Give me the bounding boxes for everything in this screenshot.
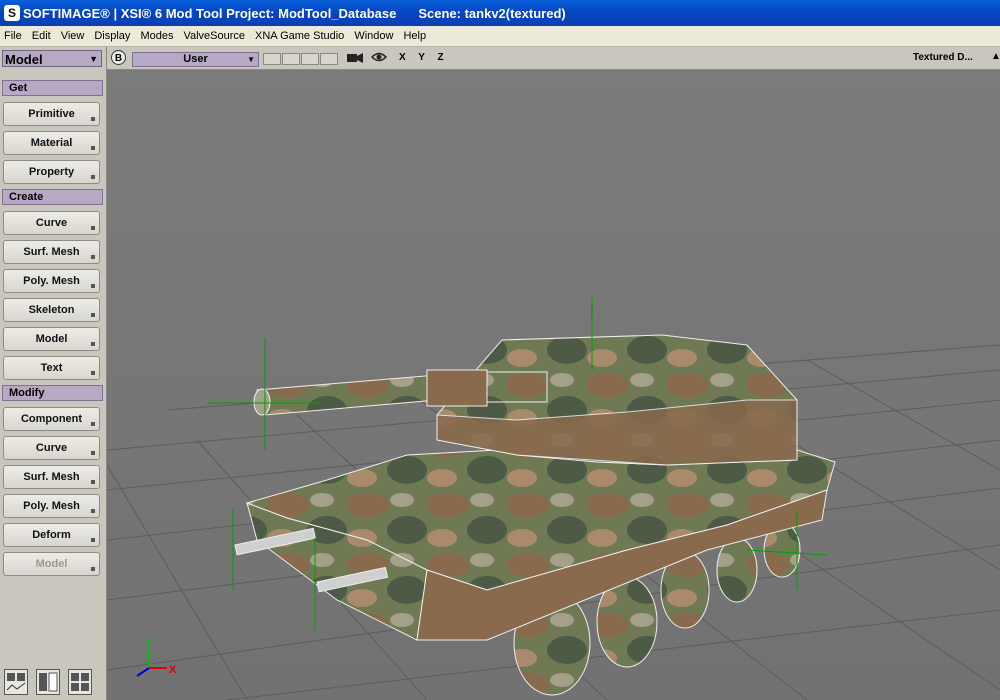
eye-icon[interactable] xyxy=(370,51,388,66)
section-header-create: Create xyxy=(2,189,103,205)
modify-poly-mesh-button[interactable]: Poly. Mesh xyxy=(3,494,100,518)
axis-toggles[interactable]: X Y Z xyxy=(399,52,449,63)
component-button[interactable]: Component xyxy=(3,407,100,431)
viewport-slot-3[interactable] xyxy=(301,53,319,65)
layout-split-icon[interactable] xyxy=(36,669,60,695)
left-toolbar: Model ▼ Get Primitive Material Property … xyxy=(0,47,107,700)
viewport-toolbar: B User ▼ X Y Z Textured D... ▲ xyxy=(107,47,1000,70)
create-poly-mesh-button[interactable]: Poly. Mesh xyxy=(3,269,100,293)
display-mode-dropdown[interactable]: Textured D... xyxy=(913,52,973,63)
menu-file[interactable]: File xyxy=(0,30,27,42)
deform-button[interactable]: Deform xyxy=(3,523,100,547)
maximize-icon[interactable]: ▲ xyxy=(991,51,1000,62)
menu-bar: File Edit View Display Modes ValveSource… xyxy=(0,26,1000,47)
window-title: SOFTIMAGE® | XSI® 6 Mod Tool Project: Mo… xyxy=(23,5,397,21)
scene-name: Scene: tankv2(textured) xyxy=(418,5,566,21)
skeleton-button[interactable]: Skeleton xyxy=(3,298,100,322)
softimage-logo-icon: S xyxy=(4,5,20,21)
menu-modes[interactable]: Modes xyxy=(135,30,178,42)
menu-view[interactable]: View xyxy=(56,30,90,42)
text-button[interactable]: Text xyxy=(3,356,100,380)
modify-model-button[interactable]: Model xyxy=(3,552,100,576)
camera-letter-button[interactable]: B xyxy=(111,50,126,65)
menu-window[interactable]: Window xyxy=(349,30,398,42)
chevron-down-icon: ▼ xyxy=(247,55,255,64)
layout-four-icon[interactable] xyxy=(68,669,92,695)
viewport-slot-4[interactable] xyxy=(320,53,338,65)
material-button[interactable]: Material xyxy=(3,131,100,155)
view-dropdown[interactable]: User ▼ xyxy=(132,52,259,67)
primitive-button[interactable]: Primitive xyxy=(3,102,100,126)
create-surf-mesh-button[interactable]: Surf. Mesh xyxy=(3,240,100,264)
menu-display[interactable]: Display xyxy=(89,30,135,42)
title-bar: S SOFTIMAGE® | XSI® 6 Mod Tool Project: … xyxy=(0,0,1000,26)
chevron-down-icon: ▼ xyxy=(89,54,98,64)
section-header-get: Get xyxy=(2,80,103,96)
create-curve-button[interactable]: Curve xyxy=(3,211,100,235)
section-header-modify: Modify xyxy=(2,385,103,401)
mode-label: Model xyxy=(5,52,43,67)
menu-valvesource[interactable]: ValveSource xyxy=(178,30,250,42)
gizmo-y-label: Y xyxy=(145,637,153,649)
gizmo-x-label: X xyxy=(169,664,177,676)
menu-help[interactable]: Help xyxy=(398,30,431,42)
property-button[interactable]: Property xyxy=(3,160,100,184)
viewport-scene: Y X xyxy=(107,70,1000,700)
modify-surf-mesh-button[interactable]: Surf. Mesh xyxy=(3,465,100,489)
layout-quad-icon[interactable] xyxy=(4,669,28,695)
camera-icon[interactable] xyxy=(347,52,363,67)
viewport-slot-2[interactable] xyxy=(282,53,300,65)
menu-edit[interactable]: Edit xyxy=(27,30,56,42)
viewport-slot-1[interactable] xyxy=(263,53,281,65)
view-label: User xyxy=(183,53,208,65)
mode-dropdown[interactable]: Model ▼ xyxy=(2,50,102,67)
menu-xna-game-studio[interactable]: XNA Game Studio xyxy=(250,30,349,42)
modify-curve-button[interactable]: Curve xyxy=(3,436,100,460)
create-model-button[interactable]: Model xyxy=(3,327,100,351)
3d-viewport[interactable]: Y X xyxy=(107,70,1000,700)
